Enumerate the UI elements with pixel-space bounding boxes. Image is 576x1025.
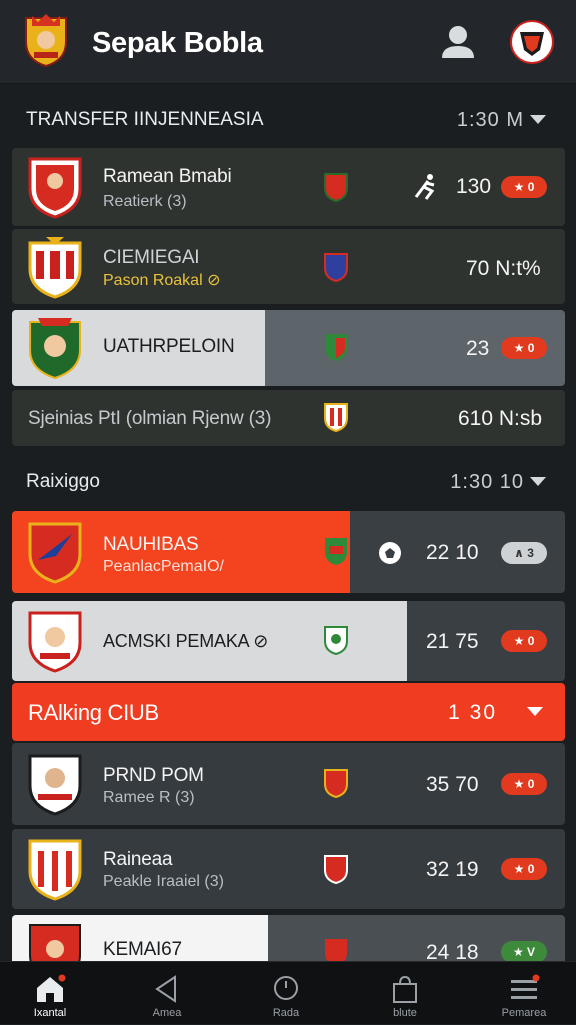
- club-crest-icon: [28, 237, 82, 299]
- app-title: Sepak Bobla: [92, 27, 263, 59]
- mini-crest-icon: [324, 253, 348, 282]
- chevron-down-icon[interactable]: [527, 707, 543, 716]
- section-club-label: RAlking CIUB: [28, 700, 159, 725]
- profile-icon[interactable]: [438, 22, 478, 62]
- row-sub: PeanlacPemaIO/: [103, 558, 224, 575]
- app-header: Sepak Bobla: [0, 0, 576, 84]
- row-stat: 22 10: [426, 541, 479, 564]
- list-item[interactable]: ACMSKI PEMAKA ⊘ 21 75 ★ 0: [12, 601, 565, 681]
- tab-label: Rada: [272, 1007, 300, 1019]
- section-ranking-time: 1:30 10: [450, 471, 524, 493]
- menu-icon: [511, 974, 540, 999]
- list-item[interactable]: UATHRPELOIN 23 ★ 0: [12, 310, 565, 386]
- bag-icon: [393, 975, 417, 1003]
- club-crest-icon: [28, 522, 82, 584]
- bottom-tab-bar: Ixantal Amea Rada blute Pemarea: [0, 961, 576, 1024]
- club-crest-icon: [28, 839, 82, 901]
- row-pill[interactable]: ★ 0: [501, 858, 547, 880]
- tab-back[interactable]: Amea: [117, 962, 217, 1025]
- search-icon: [274, 976, 298, 1000]
- club-badge-icon[interactable]: [510, 20, 554, 64]
- club-crest-icon: [28, 754, 82, 816]
- tab-search[interactable]: Rada: [236, 962, 336, 1025]
- row-stat: 21 75: [426, 630, 479, 653]
- row-pill[interactable]: ★ V: [501, 941, 547, 963]
- section-transfer[interactable]: TRANSFER IINJENNEASIA 1:30 M: [0, 100, 576, 140]
- section-club-time: 1 30: [448, 701, 497, 724]
- mini-crest-icon: [325, 334, 347, 361]
- back-arrow-icon: [155, 975, 176, 1003]
- row-pill[interactable]: ∧ 3: [501, 542, 547, 564]
- mini-crest-icon: [324, 173, 348, 202]
- row-pill[interactable]: ★ 0: [501, 630, 547, 652]
- section-transfer-label: TRANSFER IINJENNEASIA: [26, 109, 264, 130]
- tab-menu[interactable]: Pemarea: [474, 962, 574, 1025]
- list-item[interactable]: CIEMIEGAI Pason Roakal ⊘ 70 N:t%: [12, 229, 565, 304]
- row-name: Ramean Bmabi: [103, 166, 232, 187]
- row-name: ACMSKI PEMAKA ⊘: [103, 631, 269, 651]
- tab-label: blute: [393, 1007, 417, 1019]
- list-item[interactable]: Raineaa Peakle Iraaiel (3) 32 19 ★ 0: [12, 829, 565, 909]
- section-transfer-time: 1:30 M: [456, 109, 524, 131]
- row-sub: Peakle Iraaiel (3): [103, 873, 224, 890]
- app-logo-icon[interactable]: [22, 12, 70, 68]
- player-run-icon: [414, 174, 435, 200]
- row-name: PRND POM: [103, 765, 204, 786]
- list-item[interactable]: NAUHIBAS PeanlacPemaIO/ 22 10 ∧ 3: [12, 511, 565, 593]
- row-stat: 23: [466, 337, 490, 360]
- ball-icon: [379, 542, 401, 564]
- section-ranking[interactable]: Raixiggo 1:30 10: [0, 462, 576, 502]
- club-crest-icon: [28, 611, 82, 673]
- row-sub: Pason Roakal ⊘: [103, 272, 221, 289]
- mini-crest-icon: [325, 538, 347, 565]
- row-stat: 130: [456, 175, 492, 198]
- row-sub: Reatierk (3): [103, 193, 187, 210]
- mini-crest-icon: [324, 769, 348, 798]
- row-stat: 610 N:sb: [458, 407, 543, 430]
- list-item[interactable]: PRND POM Ramee R (3) 35 70 ★ 0: [12, 743, 565, 825]
- row-sub: Ramee R (3): [103, 789, 195, 806]
- row-name: Raineaa: [103, 849, 173, 870]
- row-name: KEMAI67: [103, 939, 182, 960]
- row-pill[interactable]: ★ 0: [501, 773, 547, 795]
- mini-crest-icon: [324, 855, 348, 884]
- home-icon: [37, 974, 66, 1002]
- row-name: Sjeinias PtI (olmian Rjenw (3): [28, 408, 272, 429]
- tab-label: Pemarea: [501, 1007, 547, 1019]
- mini-crest-icon: [324, 403, 348, 432]
- tab-label: Amea: [152, 1007, 182, 1019]
- chevron-down-icon[interactable]: [530, 477, 546, 486]
- row-stat: 32 19: [426, 858, 479, 881]
- row-pill[interactable]: ★ 0: [501, 176, 547, 198]
- section-club-banner[interactable]: RAlking CIUB 1 30: [12, 683, 565, 741]
- section-ranking-label: Raixiggo: [26, 471, 100, 492]
- tab-shop[interactable]: blute: [355, 962, 455, 1025]
- row-pill[interactable]: ★ 0: [501, 337, 547, 359]
- row-name: NAUHIBAS: [103, 534, 199, 555]
- tab-label: Ixantal: [33, 1007, 67, 1019]
- list-item[interactable]: Ramean Bmabi Reatierk (3) 130 ★ 0: [12, 148, 565, 226]
- tab-home[interactable]: Ixantal: [0, 962, 100, 1025]
- list-item[interactable]: Sjeinias PtI (olmian Rjenw (3) 610 N:sb: [12, 390, 565, 446]
- row-stat: 35 70: [426, 773, 479, 796]
- mini-crest-icon: [324, 626, 348, 655]
- club-crest-icon: [29, 318, 81, 380]
- chevron-down-icon[interactable]: [530, 115, 546, 124]
- row-name: UATHRPELOIN: [103, 336, 235, 357]
- row-stat: 70 N:t%: [466, 257, 541, 280]
- row-name: CIEMIEGAI: [103, 247, 200, 268]
- club-crest-icon: [28, 157, 82, 219]
